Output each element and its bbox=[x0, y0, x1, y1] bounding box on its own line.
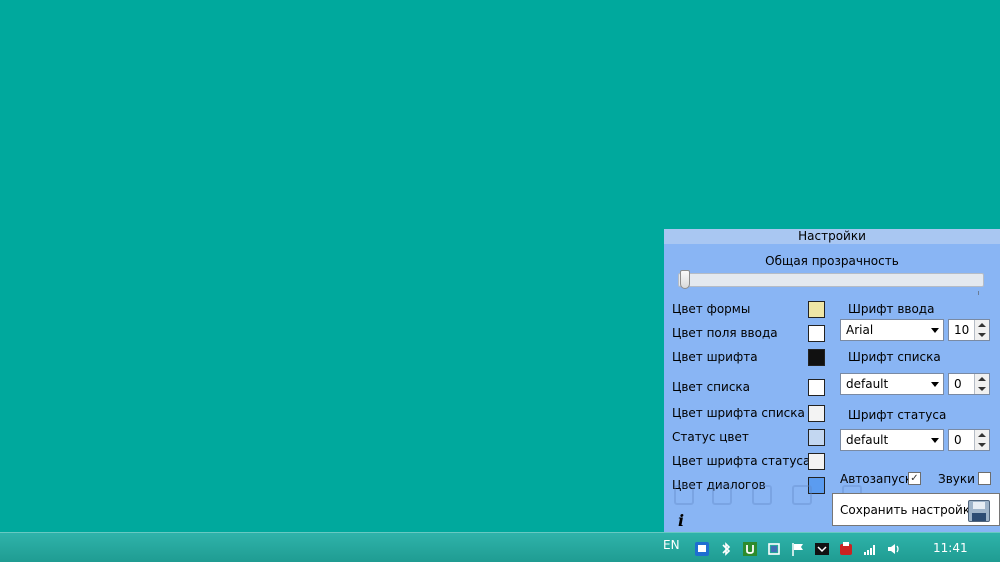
spinner-buttons[interactable] bbox=[974, 320, 989, 340]
spin-up-icon[interactable] bbox=[978, 377, 986, 381]
window-icon bbox=[712, 485, 732, 505]
spinner-buttons[interactable] bbox=[974, 374, 989, 394]
color-label-list: Цвет списка bbox=[672, 380, 751, 394]
sounds-label: Звуки bbox=[938, 472, 975, 486]
dropdown-arrow-icon bbox=[931, 438, 939, 443]
color-label-input: Цвет поля ввода bbox=[672, 326, 778, 340]
font-status-value: default bbox=[846, 433, 889, 447]
spin-up-icon[interactable] bbox=[978, 433, 986, 437]
font-status-size-spinner[interactable]: 0 bbox=[948, 429, 990, 451]
font-list-label: Шрифт списка bbox=[848, 350, 941, 364]
sounds-checkbox[interactable] bbox=[978, 472, 991, 485]
list-icon bbox=[674, 485, 694, 505]
font-list-size-value: 0 bbox=[954, 377, 962, 391]
color-swatch-status-font[interactable] bbox=[808, 453, 825, 470]
color-swatch-status[interactable] bbox=[808, 429, 825, 446]
network-signal-icon[interactable] bbox=[862, 541, 878, 557]
color-label-status: Статус цвет bbox=[672, 430, 749, 444]
color-label-form: Цвет формы bbox=[672, 302, 751, 316]
color-swatch-font[interactable] bbox=[808, 349, 825, 366]
opacity-slider-thumb[interactable] bbox=[680, 270, 690, 289]
font-input-size-value: 10 bbox=[954, 323, 970, 337]
antivirus-icon[interactable] bbox=[838, 541, 854, 557]
dropdown-arrow-icon bbox=[931, 382, 939, 387]
opacity-slider-track[interactable] bbox=[678, 273, 984, 287]
volume-icon[interactable] bbox=[886, 541, 902, 557]
font-status-size-value: 0 bbox=[954, 433, 962, 447]
spin-down-icon[interactable] bbox=[978, 387, 986, 391]
color-label-font: Цвет шрифта bbox=[672, 350, 758, 364]
font-input-value: Arial bbox=[846, 323, 874, 337]
font-status-label: Шрифт статуса bbox=[848, 408, 947, 422]
autostart-checkbox[interactable]: ✓ bbox=[908, 472, 921, 485]
dropdown-arrow-icon bbox=[931, 328, 939, 333]
clock[interactable]: 11:41 bbox=[933, 541, 968, 555]
font-list-size-spinner[interactable]: 0 bbox=[948, 373, 990, 395]
font-input-label: Шрифт ввода bbox=[848, 302, 935, 316]
floppy-disk-icon[interactable] bbox=[968, 500, 990, 522]
autostart-label: Автозапуск bbox=[840, 472, 913, 486]
opacity-label: Общая прозрачность bbox=[765, 254, 899, 268]
panel-title: Настройки bbox=[664, 229, 1000, 244]
action-center-flag-icon[interactable] bbox=[790, 541, 806, 557]
color-swatch-list[interactable] bbox=[808, 379, 825, 396]
spinner-buttons[interactable] bbox=[974, 430, 989, 450]
spin-up-icon[interactable] bbox=[978, 323, 986, 327]
language-indicator[interactable]: EN bbox=[663, 538, 680, 552]
settings-panel: Настройки Общая прозрачность Цвет формы … bbox=[664, 229, 1000, 532]
info-icon[interactable]: i bbox=[678, 511, 684, 530]
color-swatch-form[interactable] bbox=[808, 301, 825, 318]
color-label-list-font: Цвет шрифта списка bbox=[672, 406, 805, 420]
slider-tick bbox=[978, 291, 979, 295]
remote-desktop-icon[interactable] bbox=[694, 541, 710, 557]
document-icon bbox=[752, 485, 772, 505]
spin-down-icon[interactable] bbox=[978, 333, 986, 337]
app-window-icon[interactable] bbox=[814, 541, 830, 557]
font-list-select[interactable]: default bbox=[840, 373, 944, 395]
color-swatch-input[interactable] bbox=[808, 325, 825, 342]
bluetooth-icon[interactable] bbox=[718, 541, 734, 557]
font-list-value: default bbox=[846, 377, 889, 391]
color-label-status-font: Цвет шрифта статуса bbox=[672, 454, 811, 468]
utorrent-icon[interactable] bbox=[742, 541, 758, 557]
color-swatch-list-font[interactable] bbox=[808, 405, 825, 422]
font-status-select[interactable]: default bbox=[840, 429, 944, 451]
home-icon bbox=[792, 485, 812, 505]
font-input-size-spinner[interactable]: 10 bbox=[948, 319, 990, 341]
font-input-select[interactable]: Arial bbox=[840, 319, 944, 341]
spin-down-icon[interactable] bbox=[978, 443, 986, 447]
usb-device-icon[interactable] bbox=[766, 541, 782, 557]
